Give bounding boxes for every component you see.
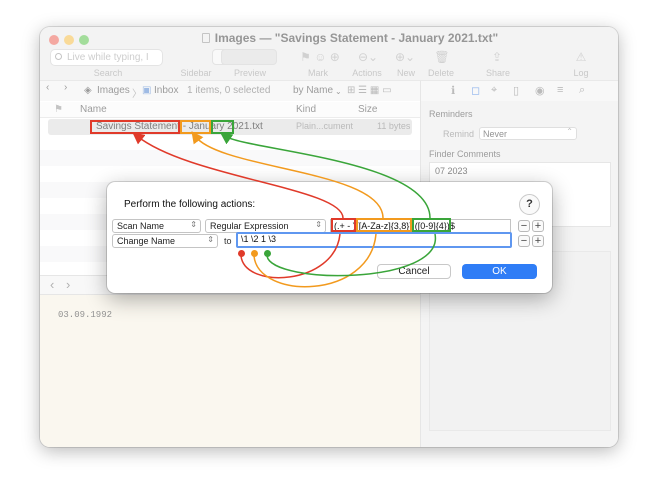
action-popup-2[interactable]: Change Name ⇕ bbox=[112, 234, 218, 248]
ok-button[interactable]: OK bbox=[462, 264, 537, 279]
backref-dot-red bbox=[238, 250, 245, 257]
annotation-box-red bbox=[90, 120, 180, 134]
remove-row-button-1[interactable]: − bbox=[518, 220, 530, 232]
new-name-field[interactable]: \1 \2 1 \3 bbox=[236, 232, 512, 248]
pattern-group-box-green bbox=[412, 218, 451, 232]
remove-row-button-2[interactable]: − bbox=[518, 235, 530, 247]
pattern-group-box-red bbox=[331, 218, 356, 232]
to-label: to bbox=[224, 236, 232, 246]
annotation-box-green bbox=[211, 120, 234, 134]
actions-dialog: Perform the following actions: ? Scan Na… bbox=[107, 182, 552, 293]
annotation-box-orange bbox=[180, 120, 211, 134]
mode-popup[interactable]: Regular Expression ⇕ bbox=[205, 219, 326, 233]
action-popup-1[interactable]: Scan Name ⇕ bbox=[112, 219, 201, 233]
add-row-button-2[interactable]: + bbox=[532, 235, 544, 247]
backref-dot-orange bbox=[251, 250, 258, 257]
cancel-button[interactable]: Cancel bbox=[377, 264, 451, 279]
chevron-updown-icon: ⇕ bbox=[190, 220, 197, 229]
backref-dot-green bbox=[264, 250, 271, 257]
chevron-updown-icon: ⇕ bbox=[207, 235, 214, 244]
dialog-title: Perform the following actions: bbox=[124, 199, 256, 210]
chevron-updown-icon: ⇕ bbox=[315, 220, 322, 229]
pattern-group-box-orange bbox=[356, 218, 412, 232]
help-button[interactable]: ? bbox=[519, 194, 540, 215]
add-row-button-1[interactable]: + bbox=[532, 220, 544, 232]
